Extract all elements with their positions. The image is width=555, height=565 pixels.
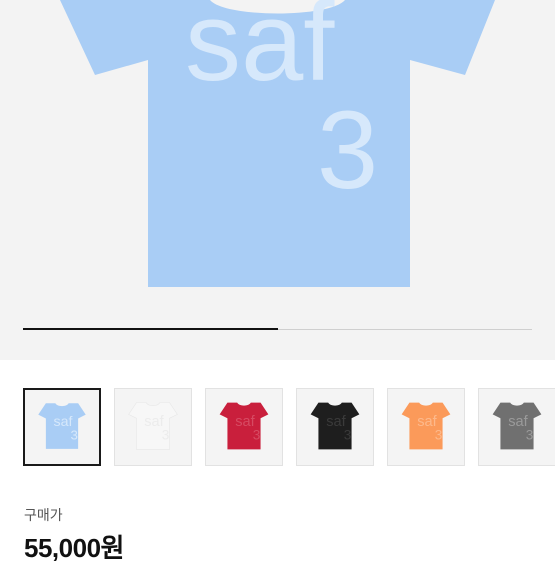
gallery-progress-track <box>23 328 532 330</box>
thumbnail-3[interactable]: saf 3 <box>205 388 283 466</box>
thumbnail-5[interactable]: saf 3 <box>387 388 465 466</box>
thumbnail-tshirt-image: saf3 <box>492 402 542 450</box>
shirt-print-text-line1: saf <box>185 0 335 104</box>
thumbnail-tshirt-image: saf3 <box>219 402 269 450</box>
tshirt-image: saf 3 <box>60 0 495 287</box>
thumbnail-2[interactable]: saf 3 <box>114 388 192 466</box>
thumbnail-print-text-line2: 3 <box>526 428 534 443</box>
thumbnail-tshirt-image: saf3 <box>401 402 451 450</box>
thumbnail-tshirt-image: saf3 <box>128 402 178 450</box>
price-label: 구매가 <box>24 507 63 523</box>
thumbnail-strip: saf 3 saf 3 saf 3 saf 3 saf 3 saf 3 <box>0 388 555 470</box>
thumbnail-tshirt-image: saf3 <box>310 402 360 450</box>
thumbnail-tshirt-image: saf3 <box>38 403 86 449</box>
product-image[interactable]: saf 3 <box>0 0 555 360</box>
thumbnail-print-text-line2: 3 <box>435 428 443 443</box>
thumbnail-print-text-line2: 3 <box>71 427 78 442</box>
thumbnail-6[interactable]: saf 3 <box>478 388 555 466</box>
thumbnail-1[interactable]: saf 3 <box>23 388 101 466</box>
thumbnail-print-text-line2: 3 <box>162 428 170 443</box>
thumbnail-4[interactable]: saf 3 <box>296 388 374 466</box>
price-value: 55,000원 <box>24 533 124 563</box>
shirt-print-text-line2: 3 <box>317 89 378 212</box>
thumbnail-print-text-line2: 3 <box>344 428 352 443</box>
gallery-progress-fill <box>23 328 278 330</box>
thumbnail-print-text-line2: 3 <box>253 428 261 443</box>
